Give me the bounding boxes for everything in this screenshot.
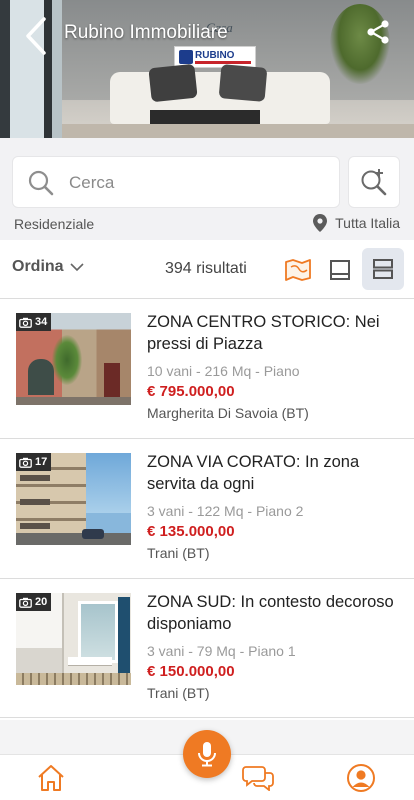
share-button[interactable] — [360, 14, 396, 50]
camera-icon — [19, 457, 32, 468]
results-count: 394 risultati — [165, 260, 247, 277]
banner-table — [150, 110, 260, 124]
search-plus-icon — [361, 169, 387, 196]
listing-card[interactable]: 17 ZONA VIA CORATO: In zona servita da o… — [0, 438, 414, 578]
photo-window — [78, 601, 118, 663]
search-box[interactable] — [12, 156, 340, 208]
photo-floor — [16, 673, 131, 685]
listing-title[interactable]: ZONA SUD: In contesto decoroso disponiam… — [147, 591, 402, 635]
nav-chat-button[interactable] — [242, 763, 274, 796]
microphone-icon — [198, 742, 216, 767]
chevron-left-icon — [26, 17, 46, 55]
listing-details: 3 vani - 122 Mq - Piano 2 — [147, 503, 304, 519]
listing-city: Trani (BT) — [147, 685, 210, 701]
sort-button[interactable]: Ordina — [12, 258, 84, 276]
profile-icon — [347, 764, 375, 792]
results-toolbar: Ordina 394 risultati — [0, 240, 414, 298]
photo-count-badge: 20 — [16, 593, 52, 611]
listing-photo[interactable]: 34 — [16, 313, 131, 405]
location-label: Tutta Italia — [335, 215, 400, 231]
photo-car — [82, 529, 104, 539]
list-view-icon — [373, 259, 393, 279]
card-view-button[interactable] — [322, 252, 358, 288]
home-icon — [38, 765, 64, 791]
map-icon — [285, 259, 311, 281]
photo-ground — [16, 397, 131, 405]
listing-title[interactable]: ZONA CENTRO STORICO: Nei pressi di Piazz… — [147, 311, 402, 355]
logo-mark — [179, 50, 193, 64]
photo-count: 34 — [35, 316, 48, 328]
listing-photo[interactable]: 17 — [16, 453, 131, 545]
listing-card[interactable]: 20 ZONA SUD: In contesto decoroso dispon… — [0, 578, 414, 718]
back-button[interactable] — [16, 14, 56, 58]
list-view-button[interactable] — [362, 248, 404, 290]
photo-count-badge: 34 — [16, 313, 52, 331]
card-view-icon — [330, 260, 350, 280]
listing-details: 3 vani - 79 Mq - Piano 1 — [147, 643, 296, 659]
listing-price: € 795.000,00 — [147, 383, 235, 400]
photo-table — [68, 657, 112, 665]
page-title: Rubino Immobiliare — [64, 22, 228, 43]
banner-pillow — [148, 63, 198, 103]
listing-title[interactable]: ZONA VIA CORATO: In zona servita da ogni — [147, 451, 402, 495]
listing-price: € 135.000,00 — [147, 523, 235, 540]
logo-underline — [195, 61, 251, 64]
share-icon — [367, 20, 389, 44]
photo-arch — [28, 359, 54, 395]
listing-price: € 150.000,00 — [147, 663, 235, 680]
map-view-button[interactable] — [280, 252, 316, 288]
photo-count: 20 — [35, 596, 48, 608]
listing-photo[interactable]: 20 — [16, 593, 131, 685]
location-filter[interactable]: Tutta Italia — [313, 214, 400, 232]
nav-profile-button[interactable] — [346, 763, 376, 798]
category-filter[interactable]: Residenziale — [14, 216, 94, 232]
banner-pillow — [218, 64, 268, 102]
sort-label: Ordina — [12, 258, 64, 275]
listing-city: Margherita Di Savoia (BT) — [147, 405, 309, 421]
photo-sky — [80, 453, 131, 513]
photo-plant — [52, 335, 82, 385]
chat-icon — [242, 766, 274, 792]
logo-text: RUBINO — [195, 50, 235, 61]
listing-city: Trani (BT) — [147, 545, 210, 561]
photo-count: 17 — [35, 456, 48, 468]
search-icon — [28, 170, 54, 196]
photo-curtain — [118, 597, 130, 677]
camera-icon — [19, 597, 32, 608]
search-input[interactable] — [69, 169, 329, 197]
nav-home-button[interactable] — [36, 763, 66, 798]
search-area: Residenziale Tutta Italia — [0, 138, 414, 240]
voice-search-button[interactable] — [183, 730, 231, 778]
listing-details: 10 vani - 216 Mq - Piano — [147, 363, 300, 379]
photo-count-badge: 17 — [16, 453, 52, 471]
map-pin-icon — [313, 214, 328, 232]
photo-balcony — [20, 475, 50, 481]
photo-street — [16, 533, 131, 545]
listing-card[interactable]: 34 ZONA CENTRO STORICO: Nei pressi di Pi… — [0, 298, 414, 438]
banner-floor — [62, 124, 414, 138]
header-banner: Casa RUBINO Rubino Immobiliare — [0, 0, 414, 138]
camera-icon — [19, 317, 32, 328]
chevron-down-icon — [69, 263, 84, 272]
advanced-search-button[interactable] — [348, 156, 400, 208]
photo-door — [104, 363, 120, 397]
